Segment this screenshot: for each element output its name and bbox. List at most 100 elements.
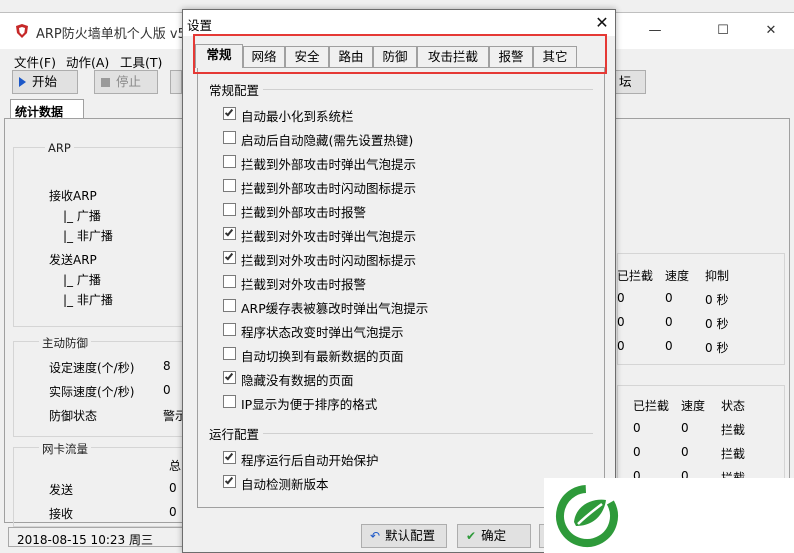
table-cell: 0 [665,339,673,353]
table-cell: 0 [633,445,641,459]
table-cell: 0 [681,445,689,459]
option-checkbox[interactable] [223,275,236,288]
nic-row-label: 接收 [49,507,74,521]
main-window-title: ARP防火墙单机个人版 v5.0 [36,27,199,42]
checkmark-icon [224,107,234,117]
option-checkbox[interactable] [223,347,236,360]
checkmark-icon [224,227,234,237]
nic-row-value: 0 [169,505,177,519]
table-cell: 0 [681,421,689,435]
nic-group-title: 网卡流量 [39,441,91,457]
dialog-title: 设置 [187,18,213,33]
start-button[interactable]: 开始 [12,70,78,94]
table-header: 抑制 [705,269,730,283]
tab-attack-block[interactable]: 攻击拦截 [417,46,489,67]
option-label: 拦截到外部攻击时闪动图标提示 [241,181,417,196]
check-icon: ✔ [466,529,477,543]
tab-defense[interactable]: 防御 [373,46,417,67]
option-label: 隐藏没有数据的页面 [241,373,354,388]
leaf-logo-icon [556,485,618,547]
menu-action[interactable]: 动作(A) [66,52,109,71]
tab-network[interactable]: 网络 [243,46,285,67]
table-cell: 0 秒 [705,293,729,307]
table-cell: 拦截 [721,423,746,437]
option-label: 程序状态改变时弹出气泡提示 [241,325,404,340]
option-label: 程序运行后自动开始保护 [241,453,379,468]
checkmark-icon [224,475,234,485]
option-checkbox[interactable] [223,299,236,312]
table-header: 速度 [681,399,706,413]
table-cell: 0 [633,421,641,435]
tab-routing[interactable]: 路由 [329,46,373,67]
stop-button[interactable]: 停止 [94,70,158,94]
defense-group-title: 主动防御 [39,335,91,351]
stop-icon [101,78,110,87]
defense-row-label: 防御状态 [49,409,98,423]
option-checkbox[interactable] [223,203,236,216]
tab-security[interactable]: 安全 [285,46,329,67]
option-checkbox[interactable] [223,371,236,384]
table-cell: 0 [617,339,625,353]
option-checkbox[interactable] [223,179,236,192]
option-label: 自动最小化到系统栏 [241,109,354,124]
table-cell: 拦截 [721,447,746,461]
option-checkbox[interactable] [223,107,236,120]
checkmark-icon [224,251,234,261]
option-label: 拦截到外部攻击时弹出气泡提示 [241,157,417,172]
option-label: 自动检测新版本 [241,477,329,492]
run-section-title: 运行配置 [209,427,260,442]
table-header: 速度 [665,269,690,283]
defense-row-value: 0 [163,383,171,397]
arp-group-title: ARP [45,141,74,155]
table-header: 状态 [721,399,746,413]
send-broadcast-label: |_ 广播 [63,273,101,287]
section-divider [263,89,593,90]
option-label: 启动后自动隐藏(需先设置热键) [241,133,414,148]
send-unicast-label: |_ 非广播 [63,293,113,307]
receive-unicast-label: |_ 非广播 [63,229,113,243]
option-checkbox[interactable] [223,227,236,240]
ok-button[interactable]: ✔ 确定 [457,524,531,548]
undo-icon: ↶ [370,529,381,543]
table-cell: 0 [665,291,673,305]
option-checkbox[interactable] [223,395,236,408]
checkmark-icon [224,451,234,461]
defense-row-value: 8 [163,359,171,373]
settings-dialog: 设置 ✕ 常规 网络 安全 路由 防御 攻击拦截 报警 其它 常规配置 运行配置… [182,9,616,553]
close-icon[interactable]: ✕ [591,12,613,34]
option-label: 拦截到外部攻击时报警 [241,205,367,220]
table-cell: 0 秒 [705,317,729,331]
option-checkbox[interactable] [223,451,236,464]
table-header: 已拦截 [617,269,654,283]
defense-row-label: 实际速度(个/秒) [49,385,135,399]
menu-file[interactable]: 文件(F) [14,52,56,71]
minimize-icon[interactable]: — [640,21,670,41]
option-checkbox[interactable] [223,251,236,264]
table-cell: 0 [617,291,625,305]
tab-stats[interactable]: 统计数据 [10,99,84,119]
default-config-button[interactable]: ↶ 默认配置 [361,524,447,548]
play-icon [19,77,26,87]
toolbar-button-partial[interactable] [170,70,182,94]
option-checkbox[interactable] [223,323,236,336]
table-cell: 0 秒 [705,341,729,355]
table-header: 已拦截 [633,399,670,413]
option-label: 自动切换到有最新数据的页面 [241,349,404,364]
close-icon[interactable]: ✕ [756,21,786,41]
tab-other[interactable]: 其它 [533,46,577,67]
maximize-icon[interactable]: ☐ [708,21,738,41]
option-checkbox[interactable] [223,131,236,144]
nic-row-value: 0 [169,481,177,495]
forum-button[interactable]: 坛 [612,70,646,94]
nic-row-label: 发送 [49,483,74,497]
tab-alarm[interactable]: 报警 [489,46,533,67]
receive-arp-label: 接收ARP [49,189,97,203]
section-divider [263,433,593,434]
dialog-titlebar[interactable]: 设置 ✕ [183,10,615,36]
shield-icon [16,24,28,38]
send-arp-label: 发送ARP [49,253,97,267]
menu-tools[interactable]: 工具(T) [120,52,162,71]
option-checkbox[interactable] [223,475,236,488]
tab-general[interactable]: 常规 [195,44,243,68]
option-checkbox[interactable] [223,155,236,168]
